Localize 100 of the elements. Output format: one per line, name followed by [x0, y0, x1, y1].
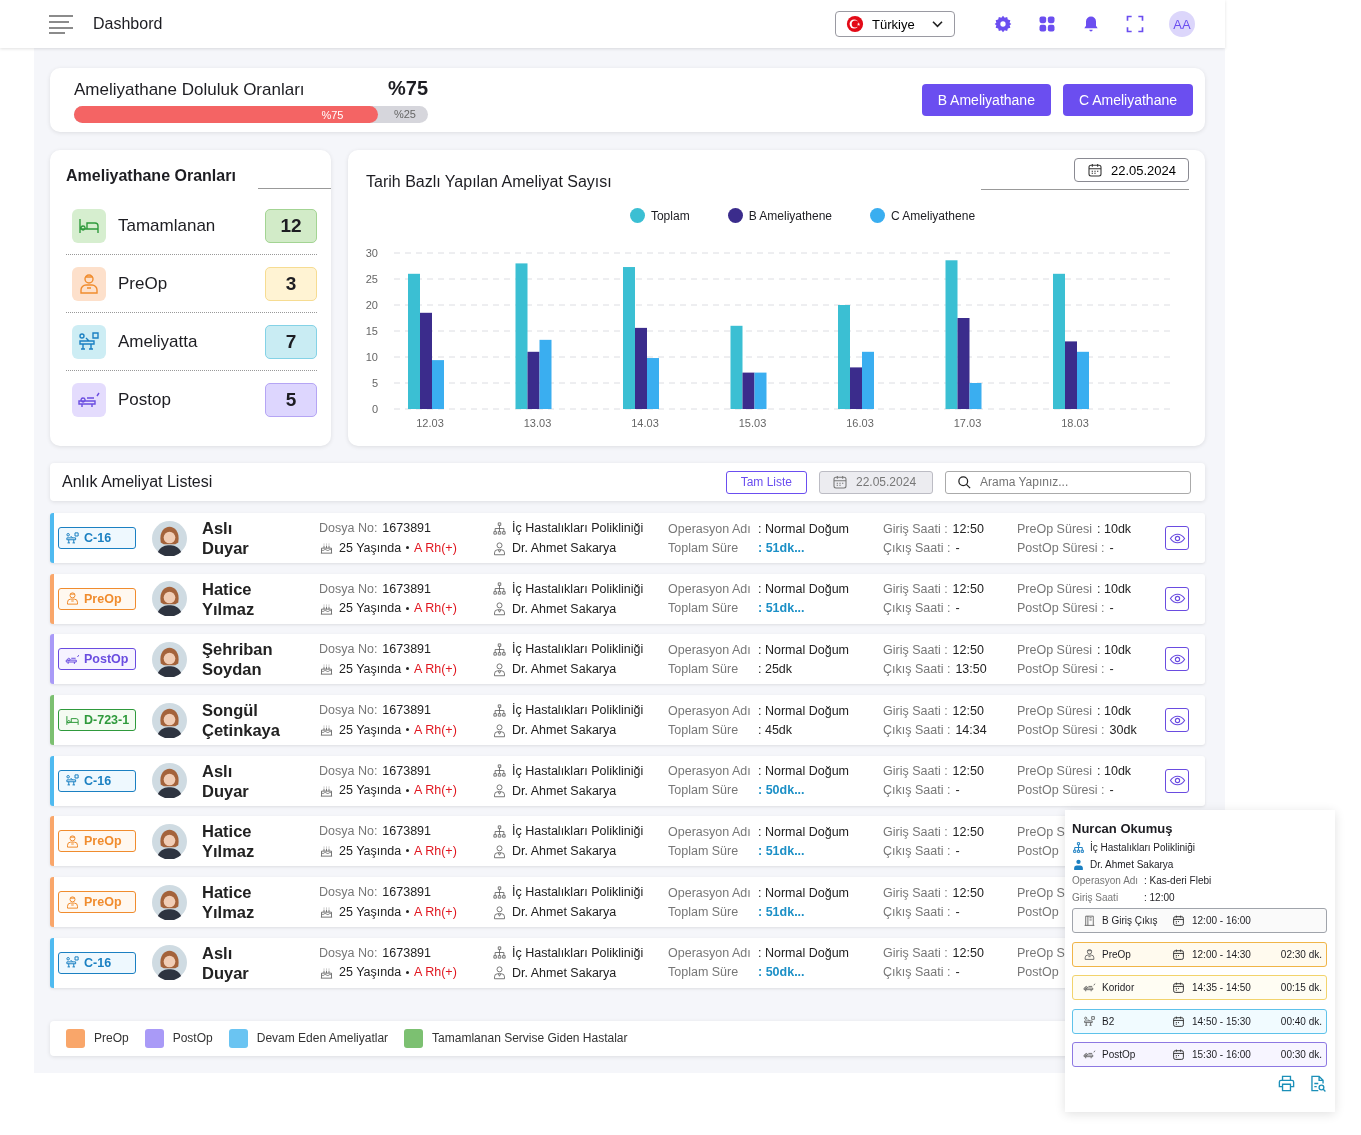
blood-type: A Rh(+) — [414, 661, 457, 676]
surgery-icon — [65, 530, 80, 546]
field-label: Toplam Süre — [668, 661, 740, 676]
avatar-icon — [152, 641, 187, 677]
field-label: Operasyon Adı — [668, 521, 752, 536]
operation-name: : Normal Doğum — [758, 824, 850, 839]
blood-type: A Rh(+) — [414, 843, 457, 858]
field-label: Toplam Süre — [668, 783, 740, 798]
total-duration: : 50dk... — [758, 965, 806, 980]
field-label: PreOp S — [1017, 824, 1065, 839]
operation-name: : Normal Doğum — [758, 642, 850, 657]
rest-label: %25 — [393, 108, 416, 120]
field-label: Toplam Süre — [668, 601, 740, 616]
total-duration: : 45dk — [758, 722, 794, 737]
entry-time: 12:50 — [952, 824, 984, 839]
field-label: PostOp Süresi : — [1017, 661, 1105, 676]
full-list-button[interactable]: Tam Liste — [725, 470, 807, 494]
operation-name: : Normal Doğum — [758, 582, 850, 597]
user-avatar[interactable]: AA — [1169, 11, 1195, 37]
patient-name: Aslı Duyar — [202, 942, 249, 983]
hierarchy-icon — [492, 581, 507, 597]
operating-room-button[interactable]: C Ameliyathane — [1062, 84, 1193, 116]
search-field[interactable]: Arama Yapınız... — [945, 470, 1191, 494]
room-tag: PreOp — [58, 830, 136, 853]
file-label: Dosya No: — [319, 885, 378, 900]
room-tag: C-16 — [58, 951, 136, 974]
room-tag: D-723-1 — [58, 709, 136, 732]
department: İç Hastalıkları Polikliniği — [512, 824, 644, 839]
room-tag: C-16 — [58, 769, 136, 792]
field-label: PostOp — [1017, 965, 1059, 980]
operating-room-button[interactable]: B Ameliyathane — [921, 84, 1051, 116]
file-number: 1673891 — [382, 703, 432, 718]
view-button[interactable] — [1165, 768, 1189, 793]
view-button[interactable] — [1165, 647, 1189, 672]
x-tick-label: 15.03 — [738, 417, 767, 429]
field-label: PreOp Süresi — [1017, 764, 1093, 779]
surgery-icon — [65, 955, 80, 971]
doctor-icon — [492, 540, 507, 556]
field-label: Çıkış Saati : — [883, 722, 951, 737]
field-label: Operasyon Adı — [668, 642, 752, 657]
calendar-icon — [1172, 914, 1185, 927]
patient-row[interactable] — [50, 634, 1205, 685]
blood-type: A Rh(+) — [414, 965, 457, 980]
person-icon — [65, 833, 80, 849]
stat-label: Tamamlanan — [118, 215, 216, 236]
country-select[interactable]: Türkiye — [835, 11, 955, 37]
print-icon[interactable] — [1277, 1073, 1296, 1093]
person-icon — [1083, 947, 1096, 961]
field-label: Çıkış Saati : — [883, 661, 951, 676]
doctor-icon — [1072, 858, 1085, 871]
patient-name: Songül Çetinkaya — [202, 700, 280, 741]
hierarchy-icon — [1072, 841, 1085, 854]
patient-age: 25 Yaşında — [339, 783, 402, 798]
file-number: 1673891 — [382, 885, 432, 900]
person-icon — [72, 266, 106, 301]
y-tick-label: 20 — [365, 299, 378, 311]
avatar-icon — [152, 763, 187, 799]
doctor-name: Dr. Ahmet Sakarya — [512, 965, 617, 980]
doctor-icon — [492, 601, 507, 617]
patient-row[interactable] — [50, 513, 1205, 563]
file-label: Dosya No: — [319, 581, 378, 596]
patient-row[interactable] — [50, 695, 1205, 746]
date-field[interactable]: 22.05.2024 — [819, 470, 933, 494]
patient-name: Hatice Yılmaz — [202, 821, 255, 862]
exit-time: - — [955, 783, 960, 798]
legend-label: PostOp — [172, 1031, 213, 1046]
doctor-name: Dr. Ahmet Sakarya — [512, 783, 617, 798]
settings-icon[interactable] — [993, 14, 1013, 34]
field-label: PostOp Süresi : — [1017, 601, 1105, 616]
view-button[interactable] — [1165, 708, 1189, 733]
hierarchy-icon — [492, 641, 507, 657]
field-label: Çıkış Saati : — [883, 540, 951, 555]
patient-name: Aslı Duyar — [202, 760, 249, 801]
field-label: Toplam Süre — [668, 722, 740, 737]
fullscreen-icon[interactable] — [1125, 14, 1145, 34]
legend-label: C Ameliyathene — [891, 208, 976, 223]
stretcher-icon — [1083, 1048, 1096, 1061]
search-icon — [957, 474, 972, 490]
surgery-icon — [65, 773, 80, 789]
patient-row[interactable] — [50, 755, 1205, 806]
step-label: PostOp — [1102, 1049, 1137, 1060]
date-picker[interactable]: 22.05.2024 — [1073, 158, 1189, 182]
entry-time: : 12:00 — [1144, 892, 1176, 903]
calendar-icon — [1172, 981, 1185, 994]
field-label: Operasyon Adı — [668, 764, 752, 779]
view-button[interactable] — [1165, 586, 1189, 611]
legend-label: Devam Eden Ameliyatlar — [256, 1031, 389, 1046]
avatar-icon — [152, 520, 187, 556]
entry-time: 12:50 — [952, 703, 984, 718]
patient-row[interactable] — [50, 573, 1205, 624]
document-search-icon[interactable] — [1308, 1073, 1327, 1093]
field-label: Çıkış Saati : — [883, 783, 951, 798]
x-tick-label: 12.03 — [416, 417, 444, 429]
apps-icon[interactable] — [1037, 14, 1057, 34]
menu-icon[interactable] — [48, 14, 74, 34]
patient-name: Şehriban Soydan — [202, 639, 273, 680]
view-button[interactable] — [1165, 526, 1189, 550]
operation-name: : Normal Doğum — [758, 521, 850, 536]
doctor-icon — [492, 783, 507, 799]
field-label: Operasyon Adı — [668, 703, 752, 718]
